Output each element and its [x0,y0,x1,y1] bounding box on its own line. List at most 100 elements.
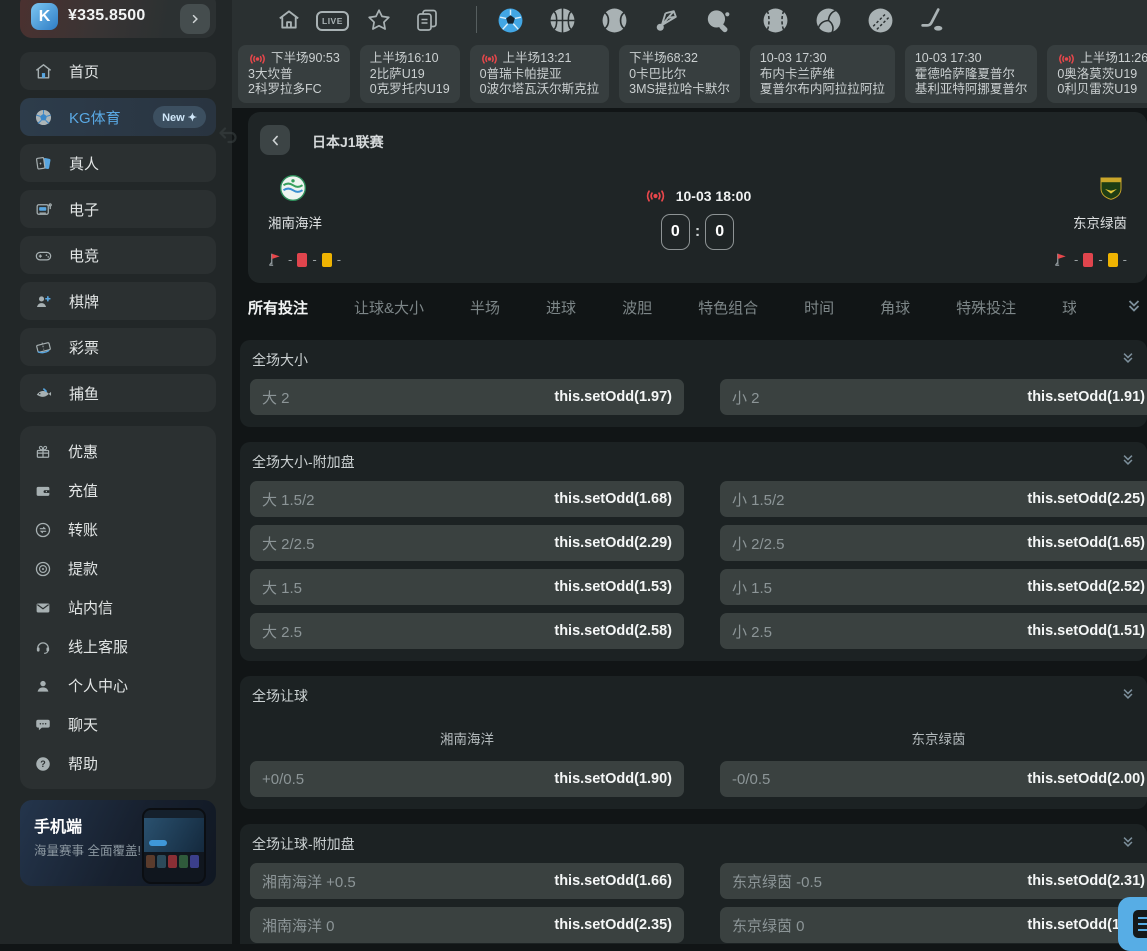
betslip-nav-button[interactable] [414,7,440,33]
collapse-section-button[interactable] [1121,835,1135,849]
tab-goals[interactable]: 进球 [546,297,576,318]
odd-label: -0/0.5 [732,771,770,788]
mobile-app-promo-card[interactable]: 手机端 海量赛事 全面覆盖! [20,800,216,886]
odd-label: 大 2/2.5 [262,533,315,554]
sport-tab-soccer[interactable] [497,7,524,34]
collapse-section-button[interactable] [1121,453,1135,467]
tab-correct-score[interactable]: 波胆 [622,297,652,318]
sidebar-item-help[interactable]: ? 帮助 [20,744,216,783]
sidebar-secondary-nav: 优惠 充值 转账 提款 站内信 线上客服 个人中心 聊天 [20,426,216,789]
sidebar-main-nav: 首页 KG体育 New ✦ 真人 电子 电竞 棋牌 彩票 捕鱼 [20,52,216,412]
tab-handicap-overunder[interactable]: 让球&大小 [354,297,424,318]
live-broadcast-icon [248,53,267,65]
sidebar-item-withdraw[interactable]: 提款 [20,549,216,588]
phone-mockup-image [142,808,206,884]
back-button[interactable] [260,125,290,155]
tab-half[interactable]: 半场 [470,297,500,318]
odd-button[interactable]: 大 1.5/2this.setOdd(1.68) [250,481,684,517]
sidebar-item-promotions[interactable]: 优惠 [20,432,216,471]
sport-tab-volleyball[interactable] [815,7,842,34]
ticker-card[interactable]: 10-03 17:30 布内卡兰萨维 夏普尔布内阿拉拉阿拉 [750,45,895,103]
ticker-card[interactable]: 上半场13:21 0普瑞卡帕提亚 0波尔塔瓦沃尔斯克拉 [470,45,609,103]
sidebar-item-messages[interactable]: 站内信 [20,588,216,627]
ticker-card[interactable]: 10-03 17:30 霍德哈萨隆夏普尔 基利亚特阿挪夏普尔 [905,45,1038,103]
odd-value: this.setOdd(1.90) [554,771,672,787]
sidebar-item-kg-sports[interactable]: KG体育 New ✦ [20,98,216,136]
sport-tab-baseball[interactable] [762,7,789,34]
favorites-nav-button[interactable] [366,7,392,33]
tab-clipped[interactable]: 球 [1062,297,1076,318]
sidebar-item-deposit[interactable]: 充值 [20,471,216,510]
odd-button[interactable]: 湘南海洋 +0.5this.setOdd(1.66) [250,863,684,899]
sport-tab-basketball[interactable] [549,7,576,34]
collapse-section-button[interactable] [1121,351,1135,365]
sidebar-item-slots[interactable]: 电子 [20,190,216,228]
odd-button[interactable]: +0/0.5this.setOdd(1.90) [250,761,684,797]
user-icon [34,677,52,695]
collapse-section-button[interactable] [1121,687,1135,701]
odd-button[interactable]: 大 1.5this.setOdd(1.53) [250,569,684,605]
sidebar-item-fishing[interactable]: 捕鱼 [20,374,216,412]
sidebar-item-label: 个人中心 [68,675,128,696]
floating-betslip-button[interactable] [1118,897,1147,951]
tab-time[interactable]: 时间 [804,297,834,318]
sport-tab-badminton[interactable] [653,7,680,34]
sidebar-item-transfer[interactable]: 转账 [20,510,216,549]
sidebar-item-board-games[interactable]: 棋牌 [20,282,216,320]
sidebar-item-lottery[interactable]: 彩票 [20,328,216,366]
market-section-fulltime-handicap: 全场让球 湘南海洋 东京绿茵 +0/0.5this.setOdd(1.90) -… [240,676,1147,809]
tab-all-bets[interactable]: 所有投注 [248,297,308,318]
balance-amount: ¥335.8500 [68,7,145,25]
sport-tab-cricket[interactable] [867,7,894,34]
ticker-card[interactable]: 上半场11:26 0奥洛莫茨U19 0利贝雷茨U19 [1047,45,1147,103]
sidebar-item-home[interactable]: 首页 [20,52,216,90]
odd-button[interactable]: 小 2/2.5this.setOdd(1.65) [720,525,1147,561]
odd-button[interactable]: 大 2/2.5this.setOdd(2.29) [250,525,684,561]
odd-button[interactable]: 湘南海洋 0this.setOdd(2.35) [250,907,684,943]
away-column-header: 东京绿茵 [720,728,1147,748]
tabs-expand-chevron[interactable] [1126,298,1142,314]
odd-button[interactable]: 小 1.5/2this.setOdd(2.25) [720,481,1147,517]
ticker-card[interactable]: 下半场90:53 3大坎普 2科罗拉多FC [238,45,350,103]
sidebar-item-label: 线上客服 [68,636,128,657]
sidebar-item-label: 帮助 [68,753,98,774]
odd-button[interactable]: 大 2this.setOdd(1.97) [250,379,684,415]
divider [476,6,477,33]
home-nav-button[interactable] [276,7,302,33]
ticker-away: 夏普尔布内阿拉拉阿拉 [760,82,885,98]
odd-button[interactable]: 小 2this.setOdd(1.91) [720,379,1147,415]
match-header-panel: 日本J1联赛 湘南海洋 10-03 18:00 0 : 0 东京绿茵 - - -… [248,112,1147,283]
odd-button[interactable]: 大 2.5this.setOdd(2.58) [250,613,684,649]
sport-tab-ice-hockey[interactable] [919,7,946,34]
promo-title: 手机端 [34,813,82,837]
tab-corners[interactable]: 角球 [880,297,910,318]
help-icon: ? [34,755,52,773]
odd-button[interactable]: 小 1.5this.setOdd(2.52) [720,569,1147,605]
ticker-card[interactable]: 上半场16:10 2比萨U19 0克罗托内U19 [360,45,460,103]
odd-button[interactable]: 东京绿茵 0this.setOdd(1.64) [720,907,1147,943]
odd-button[interactable]: -0/0.5this.setOdd(2.00) [720,761,1147,797]
ticker-home: 2比萨U19 [370,67,450,83]
ticker-card[interactable]: 下半场68:32 0卡巴比尔 3MS提拉哈卡默尔 [619,45,740,103]
tab-specials-combo[interactable]: 特色组合 [698,297,758,318]
tab-special-bets[interactable]: 特殊投注 [956,297,1016,318]
market-tabs: 所有投注 让球&大小 半场 进球 波胆 特色组合 时间 角球 特殊投注 球 [248,292,1121,322]
odd-button[interactable]: 小 2.5this.setOdd(1.51) [720,613,1147,649]
sidebar-item-live-casino[interactable]: 真人 [20,144,216,182]
sidebar-item-chat[interactable]: 聊天 [20,705,216,744]
sport-tab-tennis[interactable] [601,7,628,34]
sidebar-item-profile[interactable]: 个人中心 [20,666,216,705]
odd-label: 湘南海洋 0 [262,915,335,936]
ticker-period: 上半场11:26 [1080,51,1147,67]
sidebar-item-esports[interactable]: 电竞 [20,236,216,274]
odd-button[interactable]: 东京绿茵 -0.5this.setOdd(2.31) [720,863,1147,899]
balance-expand-button[interactable] [180,4,210,34]
sidebar-item-customer-service[interactable]: 线上客服 [20,627,216,666]
balance-card[interactable]: K ¥335.8500 [20,0,216,38]
sidebar-item-label: 充值 [68,480,98,501]
collapse-panel-arrow-icon[interactable] [216,122,240,146]
brand-logo: K [31,3,58,30]
sport-tab-table-tennis[interactable] [705,7,732,34]
live-nav-button[interactable]: LIVE [316,11,349,31]
home-yellow-cards: - [337,252,341,267]
